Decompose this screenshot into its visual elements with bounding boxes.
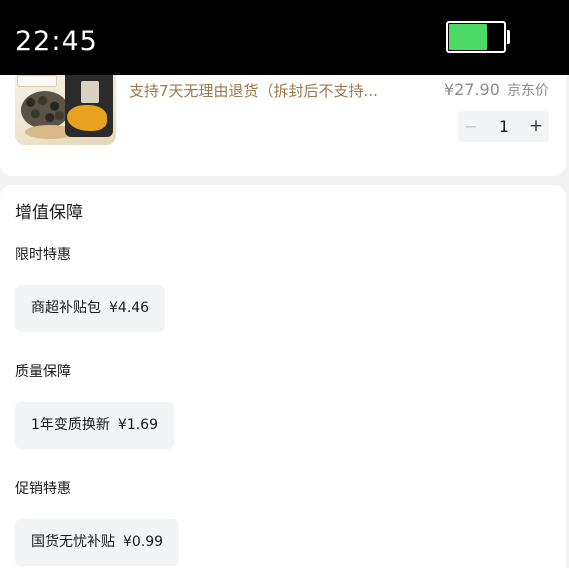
black-beans-image	[21, 91, 69, 129]
price-label: 京东价	[507, 83, 549, 99]
status-time: 22:45	[15, 26, 98, 57]
option-name: 国货无忧补贴	[31, 534, 115, 550]
quantity-minus-button[interactable]: −	[458, 111, 484, 142]
bag-window	[81, 81, 99, 103]
product-price: ¥27.90	[443, 80, 500, 99]
group-label-quality-guarantee: 质量保障	[15, 364, 71, 380]
option-name: 1年变质换新	[31, 417, 110, 433]
option-price: ¥4.46	[109, 300, 150, 316]
quantity-plus-button[interactable]: +	[523, 111, 549, 142]
product-card: 支持7天无理由退货（拆封后不支持... ¥27.90 京东价 − 1 +	[0, 75, 566, 176]
product-thumbnail[interactable]	[15, 75, 116, 145]
quantity-value[interactable]: 1	[484, 111, 524, 142]
product-bag-image	[65, 75, 113, 137]
bag-swoosh	[67, 105, 107, 131]
option-chip-spoilage-replacement[interactable]: 1年变质换新 ¥1.69	[15, 402, 175, 449]
battery-level-fill	[449, 24, 488, 50]
section-title: 增值保障	[15, 203, 83, 223]
option-chip-domestic-goods-subsidy[interactable]: 国货无忧补贴 ¥0.99	[15, 519, 180, 566]
battery-cap	[507, 30, 510, 44]
price-group: ¥27.90 京东价	[444, 79, 549, 102]
group-label-limited-offer: 限时特惠	[15, 247, 71, 263]
return-policy-note[interactable]: 支持7天无理由退货（拆封后不支持...	[129, 81, 378, 101]
option-chip-supermarket-subsidy[interactable]: 商超补贴包 ¥4.46	[15, 285, 166, 332]
battery-icon	[446, 21, 506, 53]
thumbnail-sticker	[17, 75, 57, 87]
option-price: ¥0.99	[123, 534, 164, 550]
quantity-stepper: − 1 +	[458, 111, 549, 142]
value-added-protection-card: 增值保障 限时特惠 商超补贴包 ¥4.46 质量保障 1年变质换新 ¥1.69 促销…	[0, 185, 566, 568]
status-bar: 22:45	[0, 0, 569, 75]
option-name: 商超补贴包	[31, 300, 101, 316]
option-price: ¥1.69	[117, 417, 159, 433]
group-label-promotion: 促销特惠	[15, 481, 71, 497]
